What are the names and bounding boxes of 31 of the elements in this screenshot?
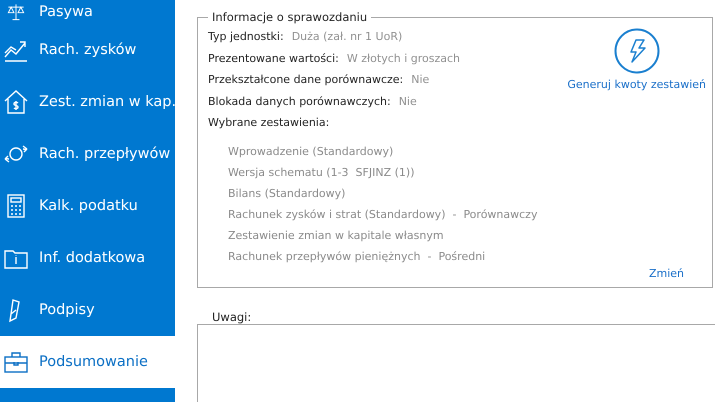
sidebar-item[interactable]: Zest. zmian w kap. — [0, 76, 175, 128]
sidebar-item[interactable]: Pasywa — [0, 0, 175, 24]
field-value: Nie — [411, 73, 430, 86]
scale-icon — [7, 3, 25, 21]
field-label: Blokada danych porównawczych: — [208, 94, 391, 108]
sidebar-item[interactable]: Inf. dodatkowa — [0, 232, 175, 284]
sidebar-item[interactable]: Podpisy — [0, 284, 175, 336]
lightning-icon — [614, 28, 660, 74]
change-link[interactable]: Zmień — [648, 266, 684, 280]
field-label: Typ jednostki: — [208, 30, 284, 44]
statement-item: Rachunek zysków i strat (Standardowy) - Porównawczy — [228, 206, 538, 222]
statement-item: Wprowadzenie (Standardowy) — [228, 144, 394, 160]
field-label: Przekształcone dane porównawcze: — [208, 73, 404, 86]
field-label: Prezentowane wartości: — [208, 52, 339, 65]
statement-item: Zestawienie zmian w kapitale własnym — [228, 228, 445, 244]
notes-field[interactable] — [197, 324, 715, 402]
sidebar-item[interactable]: Podsumowanie — [0, 336, 175, 388]
notes-label: Uwagi: — [211, 310, 252, 324]
field-value: Duża (zał. nr 1 UoR) — [292, 30, 402, 44]
house-icon — [3, 89, 29, 115]
sidebar-item[interactable]: Kalk. podatku — [0, 180, 175, 232]
statement-item: Wersja schematu (1-3 SFJINZ (1)) — [228, 164, 416, 180]
generate-button[interactable]: Generuj kwoty zestawień — [567, 28, 706, 134]
statement-item: Bilans (Standardowy) — [228, 186, 346, 202]
statement-item: Rachunek przepływów pieniężnych - Pośredni — [228, 248, 486, 264]
field-value: Nie — [398, 94, 417, 108]
panel-title: Informacje o sprawozdaniu — [211, 10, 368, 24]
field-value: W złotych i groszach — [346, 52, 460, 65]
sidebar-item[interactable]: Rach. przepływów — [0, 128, 175, 180]
sidebar-item[interactable]: Rach. zysków — [0, 24, 175, 76]
field-label: Wybrane zestawienia: — [208, 116, 330, 130]
